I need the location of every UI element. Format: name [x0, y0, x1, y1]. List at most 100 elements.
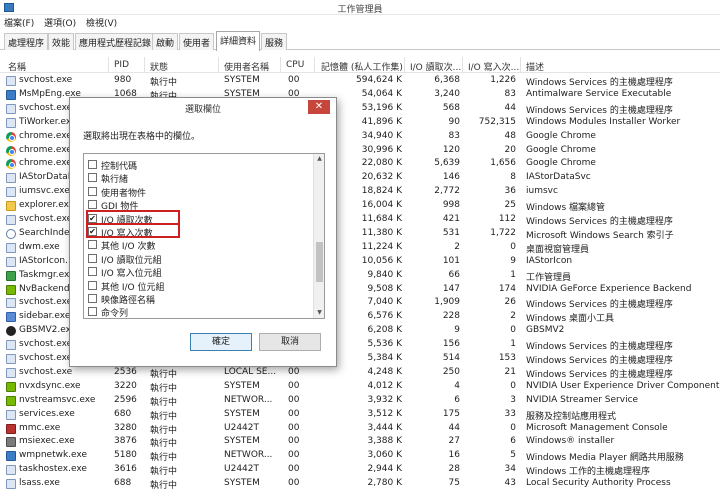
process-memory: 5,536 K [367, 339, 402, 350]
menu-options[interactable]: 選項(O) [44, 16, 76, 29]
process-io-write: 26 [504, 297, 516, 308]
process-io-read: 2,772 [434, 186, 460, 197]
tab-performance[interactable]: 效能 [48, 33, 75, 50]
column-io-read[interactable]: I/O 讀取次... [410, 60, 461, 73]
column-checkbox[interactable] [88, 240, 97, 250]
process-io-write: 83 [504, 88, 516, 99]
process-description: NVIDIA User Experience Driver Component [526, 380, 720, 391]
process-name: services.exe [19, 408, 75, 419]
title-bar: 工作管理員 [0, 0, 720, 15]
column-description[interactable]: 描述 [526, 60, 544, 73]
process-description: Windows Modules Installer Worker [526, 116, 681, 127]
chrome-icon [6, 159, 16, 170]
table-row[interactable]: svchost.exe 2536 執行中 LOCAL SE... 00 4,248 K 25… [0, 366, 720, 380]
table-row[interactable]: services.exe 680 執行中 SYSTEM 00 3,512 K 175 33 服務… [0, 408, 720, 422]
cancel-button[interactable]: 取消 [259, 333, 321, 351]
process-io-write: 20 [504, 144, 516, 155]
column-divider[interactable] [520, 57, 521, 73]
process-name: sidebar.exe [19, 311, 71, 322]
menu-view[interactable]: 檢視(V) [86, 16, 117, 29]
column-pid[interactable]: PID [114, 60, 129, 70]
process-description: Microsoft Management Console [526, 422, 668, 433]
table-row[interactable]: svchost.exe 980 執行中 SYSTEM 00 594,624 K 6,368 1… [0, 74, 720, 88]
process-memory: 4,248 K [367, 366, 402, 377]
process-memory: 10,056 K [361, 255, 402, 266]
column-divider[interactable] [314, 57, 315, 73]
column-cpu[interactable]: CPU [286, 60, 304, 70]
table-row[interactable]: wmpnetwk.exe 5180 執行中 NETWOR... 00 3,060 K 16 5… [0, 449, 720, 463]
process-memory: 2,780 K [367, 478, 402, 489]
process-name: chrome.exe [19, 158, 72, 169]
scroll-up-icon[interactable]: ▲ [316, 155, 323, 163]
column-name[interactable]: 名稱 [8, 60, 26, 73]
column-checkbox[interactable] [88, 294, 97, 303]
process-memory: 6,576 K [367, 311, 402, 322]
column-option[interactable]: 控制代碼 [84, 158, 314, 172]
column-option-label: 控制代碼 [101, 162, 138, 172]
ok-button[interactable]: 確定 [190, 333, 252, 351]
column-checkbox[interactable] [88, 253, 97, 263]
column-option-label: 使用者物件 [101, 188, 147, 199]
column-checkbox[interactable] [88, 186, 97, 196]
process-io-read: 101 [442, 255, 460, 266]
generic-process-icon [6, 409, 16, 420]
process-io-write: 3 [510, 394, 516, 405]
table-row[interactable]: msiexec.exe 3876 執行中 SYSTEM 00 3,388 K 27 6 Wind… [0, 435, 720, 449]
column-divider[interactable] [144, 57, 145, 73]
column-status[interactable]: 狀態 [150, 60, 168, 73]
column-option[interactable]: 命令列 [84, 305, 314, 318]
column-checkbox[interactable] [88, 280, 97, 290]
table-row[interactable]: lsass.exe 688 執行中 SYSTEM 00 2,780 K 75 43 Local … [0, 477, 720, 491]
tab-startup[interactable]: 啟動 [152, 33, 179, 50]
process-io-read: 531 [442, 227, 460, 238]
generic-process-icon [6, 367, 16, 378]
process-memory: 16,004 K [361, 200, 402, 211]
column-option[interactable]: 執行緒 [84, 171, 314, 185]
scrollbar-thumb[interactable] [316, 242, 323, 282]
close-icon[interactable]: ✕ [308, 100, 330, 114]
column-username[interactable]: 使用者名稱 [224, 60, 269, 73]
column-option[interactable]: I/O 讀取位元組 [84, 252, 314, 266]
column-option[interactable]: 其他 I/O 位元組 [84, 279, 314, 293]
wmp-icon [6, 451, 16, 462]
process-description: Windows Services 的主機處理程序 [526, 217, 673, 227]
column-option[interactable]: 映像路徑名稱 [84, 292, 314, 306]
column-io-write[interactable]: I/O 寫入次... [468, 60, 519, 73]
scroll-down-icon[interactable]: ▼ [316, 309, 323, 317]
process-pid: 688 [114, 478, 132, 489]
tab-app-history[interactable]: 應用程式歷程記錄 [75, 33, 156, 50]
column-option[interactable]: I/O 寫入位元組 [84, 265, 314, 279]
table-row[interactable]: taskhostex.exe 3616 執行中 U2442T 00 2,944 K 28 34… [0, 463, 720, 477]
column-divider[interactable] [462, 57, 463, 73]
process-name: Taskmgr.ex [19, 269, 70, 280]
column-checkbox[interactable] [88, 200, 97, 210]
column-divider[interactable] [280, 57, 281, 73]
column-checkbox[interactable] [88, 267, 97, 277]
column-memory[interactable]: 記憶體 (私人工作集) [321, 60, 403, 73]
column-checkbox[interactable] [88, 173, 97, 183]
table-row[interactable]: nvstreamsvc.exe 2596 執行中 NETWOR... 00 3,932 K… [0, 394, 720, 408]
tab-processes[interactable]: 處理程序 [4, 33, 49, 50]
table-row[interactable]: mmc.exe 3280 執行中 U2442T 00 3,444 K 44 0 Microsof… [0, 422, 720, 436]
column-checkbox[interactable] [88, 160, 97, 169]
process-io-read: 75 [448, 478, 460, 489]
process-description: Windows Services 的主機處理程序 [526, 300, 673, 311]
tab-users[interactable]: 使用者 [179, 33, 215, 50]
column-divider[interactable] [218, 57, 219, 73]
checklist-scrollbar[interactable]: ▲ ▼ [313, 154, 324, 318]
tab-details[interactable]: 詳細資料 [216, 31, 261, 51]
process-pid: 2536 [114, 366, 137, 377]
process-io-write: 6 [510, 436, 516, 447]
menu-file[interactable]: 檔案(F) [4, 16, 34, 29]
column-option[interactable]: 使用者物件 [84, 185, 314, 199]
process-io-write: 36 [504, 186, 516, 197]
column-divider[interactable] [404, 57, 405, 73]
column-checkbox[interactable] [88, 307, 97, 317]
process-pid: 3616 [114, 464, 137, 475]
column-divider[interactable] [108, 57, 109, 73]
column-option[interactable]: 其他 I/O 次數 [84, 238, 314, 252]
process-name: nvxdsync.exe [19, 380, 81, 391]
process-io-write: 25 [504, 200, 516, 211]
table-row[interactable]: nvxdsync.exe 3220 執行中 SYSTEM 00 4,012 K 4 0 NVID… [0, 380, 720, 394]
tab-services[interactable]: 服務 [261, 33, 288, 50]
